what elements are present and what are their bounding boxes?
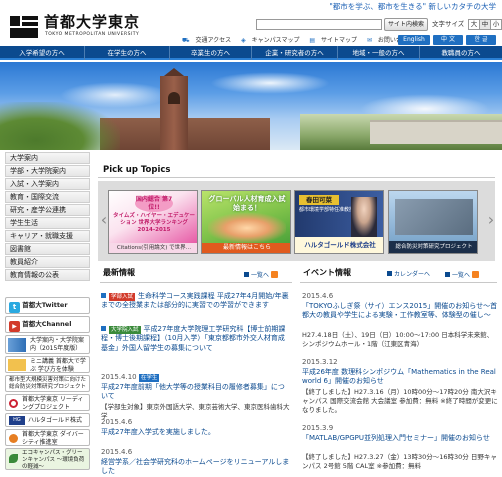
event-title[interactable]: 平成26年度 数理科シンポジウム「Mathematics in the Real… xyxy=(302,368,498,387)
sidebar-item-research[interactable]: 研究・産学公連携 xyxy=(5,204,90,216)
square-icon xyxy=(244,272,249,277)
sidebar-item-faculties[interactable]: 学部・大学院案内 xyxy=(5,165,90,177)
news-item[interactable]: 経営学系／社会学研究科のホームページをリニューアルしました xyxy=(101,458,291,477)
bullet-icon xyxy=(101,293,106,298)
nav-current-students[interactable]: 在学生の方へ xyxy=(85,46,170,60)
video-icon: ▶ xyxy=(9,321,20,332)
square-icon xyxy=(387,271,392,276)
font-size-small-button[interactable]: 小 xyxy=(490,19,502,30)
sidebar-item-education[interactable]: 教育・国際交流 xyxy=(5,191,90,203)
events-section-title: イベント情報 xyxy=(303,268,351,277)
sidebar-item-faculty[interactable]: 教員紹介 xyxy=(5,256,90,268)
mail-icon: ✉ xyxy=(366,37,372,44)
carousel-next-icon[interactable]: › xyxy=(486,208,496,232)
events-list-link[interactable]: 一覧へ xyxy=(445,271,479,280)
utility-links: ⛟ 交通アクセス ◈ キャンパスマップ ▤ サイトマップ ✉ お問い合せ一覧 xyxy=(182,37,428,45)
disaster-project-banner[interactable]: 都市型大規模災害対策に向けた 総合防災対策研究プロジェクト xyxy=(5,375,90,392)
leaf-icon xyxy=(9,454,18,463)
news-item[interactable]: 平成27年度前期「他大学等の授業科目の履修者募集」について xyxy=(101,383,291,402)
event-title[interactable]: 「MATLAB/GPGPU並列処理入門セミナー」開催のお知らせ xyxy=(302,434,498,443)
pickup-card-disaster[interactable]: 総合防災対策研究プロジェクト xyxy=(388,190,478,254)
sitemap-link[interactable]: ▤ サイトマップ xyxy=(309,37,361,44)
event-date: 2015.4.6 xyxy=(302,292,334,300)
lang-english-button[interactable]: English xyxy=(398,35,430,45)
diversity-banner[interactable]: 首都大学東京 ダイバーシティ推進室 xyxy=(5,429,90,446)
university-name-en: TOKYO METROPOLITAN UNIVERSITY xyxy=(45,32,140,37)
news-date: 2015.4.6 xyxy=(101,418,133,426)
event-title[interactable]: 「TOKYOふしぎ祭（サイ）エンス2015」開催のお知らせ～首都大の教員や学生に… xyxy=(302,302,498,321)
event-date: 2015.3.12 xyxy=(302,358,338,366)
news-date: 2015.4.6 xyxy=(101,448,133,456)
news-date: 2015.4.10 在学生 xyxy=(101,373,160,382)
tagline: "都市を学ぶ、都市を生きる" 新しいカタチの大学 xyxy=(329,2,496,11)
sidebar-item-about[interactable]: 大学案内 xyxy=(5,152,90,164)
book-icon xyxy=(8,338,26,352)
pickup-card-ranking[interactable]: 国内総合 第7位!! タイムズ・ハイヤー・エデュケーション 世界大学ランキング … xyxy=(108,190,198,254)
pickup-card-global-admission[interactable]: グローバル人材育成入試 始まる！ 最新情報はこちら xyxy=(201,190,291,254)
mini-lecture-banner[interactable]: ミニ講義 首都大で学ぶ 学び方を体験 xyxy=(5,356,90,373)
event-date: 2015.3.9 xyxy=(302,424,334,432)
sidebar-item-admissions[interactable]: 入試・入学案内 xyxy=(5,178,90,190)
sidebar-item-library[interactable]: 図書館 xyxy=(5,243,90,255)
diversity-icon xyxy=(9,434,18,443)
lecture-icon xyxy=(8,359,26,371)
twitter-icon: t xyxy=(9,302,20,313)
rss-icon xyxy=(270,271,278,278)
building-photo xyxy=(395,199,473,235)
global-nav: 入学希望の方へ 在学生の方へ 卒業生の方へ 企業・研究者の方へ 地域・一般の方へ… xyxy=(0,46,502,60)
circle-icon xyxy=(9,399,18,408)
nav-alumni[interactable]: 卒業生の方へ xyxy=(170,46,252,60)
pickup-card-haruta[interactable]: 春田可菜 都市環境学部特任准教授 ハルタゴールド株式会社 xyxy=(294,190,384,254)
event-detail: 【終了しました】H27.3.16（月）10時00分～17時20分 南大沢キャンパ… xyxy=(302,388,498,414)
sitemap-icon: ▤ xyxy=(309,37,316,44)
leading-project-banner[interactable]: 首都大学東京 リーディングプロジェクト xyxy=(5,394,90,411)
university-logo[interactable] xyxy=(10,16,38,38)
pickup-title: Pick up Topics xyxy=(103,165,171,175)
rss-icon xyxy=(471,271,479,278)
news-item[interactable]: 学部入試 生命科学コース実践課程 平成27年4月開始/年裏までの全授業または部分的… xyxy=(101,292,291,311)
nav-community[interactable]: 地域・一般の方へ xyxy=(338,46,420,60)
sidebar-item-career[interactable]: キャリア・就職支援 xyxy=(5,230,90,242)
access-link[interactable]: ⛟ 交通アクセス xyxy=(182,37,235,44)
nav-prospective-students[interactable]: 入学希望の方へ xyxy=(0,46,85,60)
events-calendar-link[interactable]: カレンダーへ xyxy=(387,271,430,279)
haruta-gold-banner[interactable]: HG ハルタゴールド株式会社 xyxy=(5,413,90,427)
lang-korean-button[interactable]: 한 글 xyxy=(466,35,496,45)
font-size-label: 文字サイズ xyxy=(432,20,465,28)
square-icon xyxy=(445,272,450,277)
event-detail: H27.4.18日（土）、19日（日）10:00～17:00 日本科学未来館、シ… xyxy=(302,331,494,348)
students-photo xyxy=(208,213,286,243)
map-icon: ◈ xyxy=(241,37,246,44)
news-section-title: 最新情報 xyxy=(103,268,135,277)
lang-chinese-button[interactable]: 中 文 xyxy=(433,35,463,45)
sidebar-item-student-life[interactable]: 学生生活 xyxy=(5,217,90,229)
campus-map-link[interactable]: ◈ キャンパスマップ xyxy=(241,37,303,44)
news-item[interactable]: 平成27年度入学式を実施しました。 xyxy=(101,428,291,437)
university-name[interactable]: 首都大学東京 xyxy=(44,13,140,32)
nav-faculty-staff[interactable]: 教職員の方へ xyxy=(420,46,502,60)
twitter-banner[interactable]: t 首都大Twitter xyxy=(5,297,90,314)
sidebar-item-disclosure[interactable]: 教育情報の公表 xyxy=(5,269,90,281)
youtube-banner[interactable]: ▶ 首都大Channel xyxy=(5,316,90,333)
search-input[interactable] xyxy=(256,19,382,30)
hero-image xyxy=(0,62,502,150)
bus-icon: ⛟ xyxy=(182,37,190,44)
eco-campus-banner[interactable]: エコキャンパス・グリーンキャンパス 〜環境負荷の軽減〜 xyxy=(5,448,90,470)
person-photo xyxy=(351,197,377,237)
event-detail: 【終了しました】H27.3.27（金）13時30分～16時30分 日野キャンパス… xyxy=(302,453,497,470)
news-list-link[interactable]: 一覧へ xyxy=(244,271,278,280)
bullet-icon xyxy=(101,326,106,331)
guidebook-banner[interactable]: 大学案内・大学院案内（2015年度版） xyxy=(5,335,90,354)
site-search-button[interactable]: サイト内検索 xyxy=(384,18,428,31)
hg-logo-icon: HG xyxy=(9,416,25,425)
nav-companies-researchers[interactable]: 企業・研究者の方へ xyxy=(252,46,338,60)
news-item[interactable]: 大学院入試 平成27年度大学院理工学研究科【博士前期課程・博士後期課程】（10月入… xyxy=(101,325,291,353)
